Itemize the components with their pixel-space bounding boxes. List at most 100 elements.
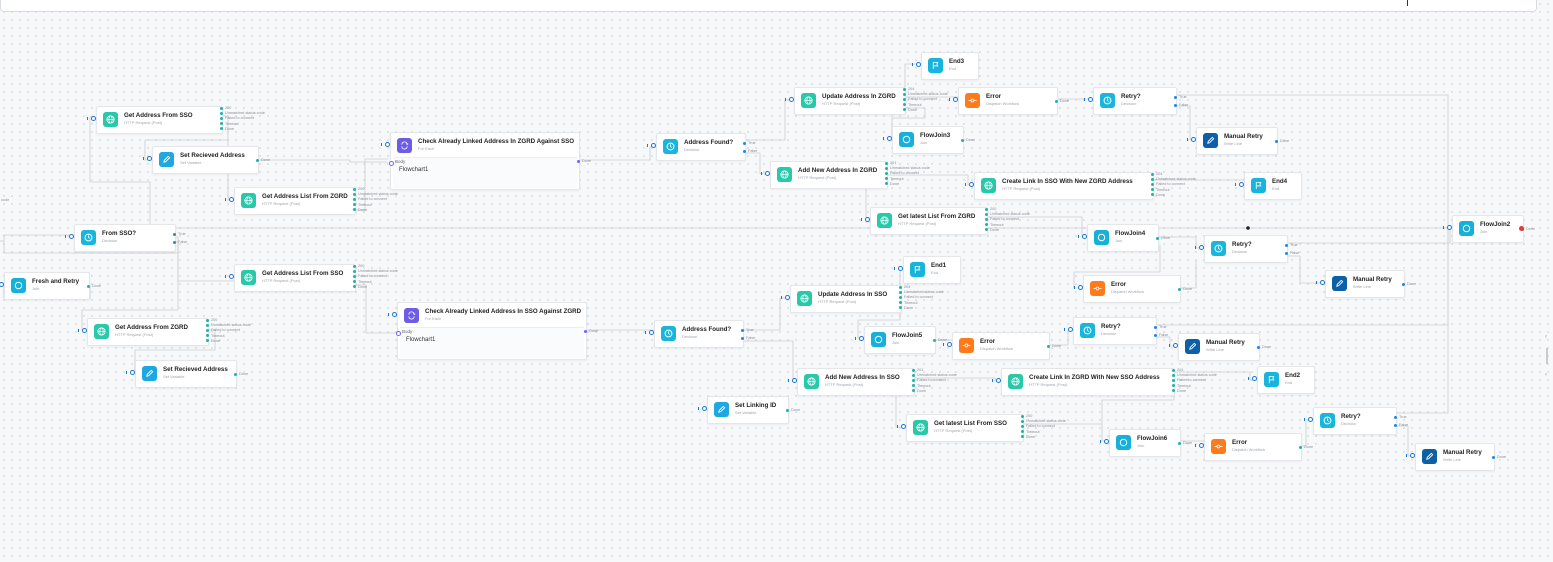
input-port[interactable] [1084,97,1093,102]
output-port[interactable]: Failed to connect [885,171,919,175]
output-port[interactable]: Done [220,127,234,131]
output-port[interactable]: Unmatched status code [899,290,944,294]
output-port[interactable]: Done [1178,287,1192,291]
node-get-addr-sso[interactable]: Get Address From SSO HTTP Request (Post) 2… [87,106,265,134]
output-port[interactable]: True [173,232,186,236]
node-manual-4[interactable]: Manual Retry Write Line Done [1406,443,1506,471]
output-port[interactable]: Done [899,306,913,310]
connection-wire[interactable] [1049,329,1073,346]
output-port[interactable]: Unmatched status code [885,166,930,170]
node-get-addr-zgrd[interactable]: Get Address From ZGRD HTTP Request (Post)… [78,318,251,346]
input-port[interactable] [645,330,654,335]
output-port[interactable]: Unmatched status code [353,269,398,273]
output-port[interactable]: Unmatched status code [1021,419,1066,423]
input-port[interactable] [1248,376,1257,381]
output-port[interactable]: Done [353,285,367,289]
output-port[interactable]: 200 [353,264,364,268]
output-port[interactable]: Done [912,389,926,393]
input-port[interactable] [861,217,870,222]
output-port[interactable]: Failed to connect [1172,378,1206,382]
output-port[interactable]: True [1154,325,1167,329]
output-port[interactable]: 204 [899,285,910,289]
connection-wire[interactable] [1395,425,1415,457]
output-port[interactable]: Done [903,108,917,112]
node-create-zgrd[interactable]: Create Link In ZGRD With New SSO Address… [992,368,1217,396]
output-port[interactable]: Timeout [1151,188,1170,192]
node-check-sso[interactable]: Check Already Linked Address In SSO Agai… [388,302,598,360]
node-create-sso[interactable]: Create Link In SSO With New ZGRD Address… [965,172,1196,200]
node-found-2[interactable]: Address Found? Decision True False [645,320,755,348]
node-upd-sso[interactable]: Update Address In SSO HTTP Request (Post)… [781,285,944,313]
node-manual-2[interactable]: Manual Retry Write Line Done [1316,270,1416,298]
output-port[interactable]: Done [1257,345,1271,349]
node-latest-zgrd[interactable]: Get latest List From ZGRD HTTP Request (P… [861,207,1030,235]
output-port[interactable]: 200 [206,318,217,322]
output-port[interactable]: False [173,240,187,244]
output-port[interactable]: True [1394,415,1407,419]
node-error-2[interactable]: Error Dispatch Workflow Done [1074,275,1192,303]
input-port[interactable] [1100,439,1109,444]
input-port[interactable] [388,312,397,317]
output-port[interactable]: Failed to connect [353,197,387,201]
output-port[interactable]: Done [1172,389,1186,393]
output-port[interactable]: Unmatched status code [985,212,1030,216]
output-port[interactable]: Done [1402,282,1416,286]
node-retry-2[interactable]: Retry? Decision True False [1195,235,1299,263]
output-port[interactable]: Timeout [985,223,1004,227]
output-port[interactable]: Failed to connect [899,295,933,299]
node-add-zgrd[interactable]: Add New Address In ZGRD HTTP Request (Pos… [761,161,930,189]
node-set-recv-2[interactable]: Set Recieved Address Set Variable Done [126,360,248,388]
output-port[interactable]: Done [985,228,999,232]
connection-wire[interactable] [742,340,797,381]
input-port[interactable] [894,266,903,271]
body-port[interactable] [389,161,394,166]
input-port[interactable] [225,274,234,279]
output-port[interactable]: Timeout [220,122,239,126]
output-port[interactable]: 200 [220,106,231,110]
connection-wire[interactable] [355,284,397,334]
output-port[interactable]: 200 [1021,414,1032,418]
input-port[interactable] [1195,245,1204,250]
input-port[interactable] [992,378,1001,383]
output-port[interactable]: 204 [903,87,914,91]
input-port[interactable] [761,171,770,176]
output-port[interactable]: Done [786,408,800,412]
input-port[interactable] [949,97,958,102]
chevron-left-icon[interactable]: ‹ [1545,372,1547,378]
output-port[interactable]: Unmatched status code [912,373,957,377]
output-port[interactable]: Done [206,339,220,343]
output-port[interactable]: False [741,336,755,340]
flowchart-label[interactable]: Flowchart1 [399,167,428,173]
node-add-sso[interactable]: Add New Address In SSO HTTP Request (Post… [788,368,957,396]
output-port[interactable]: Timeout [353,203,372,207]
node-end4[interactable]: End4 End [1235,172,1302,200]
node-error-4[interactable]: Error Dispatch Workflow Done [1195,433,1313,461]
output-port[interactable]: Done [87,284,101,288]
input-port[interactable] [897,424,906,429]
node-get-list-zgrd[interactable]: Get Address List From ZGRD HTTP Request (… [225,187,398,215]
input-port[interactable] [1195,443,1204,448]
output-port[interactable]: Done [1055,99,1069,103]
output-port[interactable]: False [1154,333,1168,337]
output-port[interactable]: Done [234,372,248,376]
output-port[interactable]: False [743,149,757,153]
node-flowjoin2[interactable]: FlowJoin2 Join Done [1443,215,1535,243]
output-port[interactable]: Done [961,138,975,142]
output-port[interactable]: Done [1021,435,1035,439]
connection-wire[interactable] [1180,260,1197,289]
connection-wire[interactable] [1287,228,1451,244]
output-port[interactable]: Failed to connect [1151,182,1185,186]
input-port[interactable] [381,142,390,147]
output-port[interactable]: Done [256,158,270,162]
input-port[interactable] [698,406,707,411]
output-port[interactable]: Failed to connect [985,217,1019,221]
input-port[interactable] [126,370,135,375]
connection-wire[interactable] [1287,255,1325,284]
node-from-sso[interactable]: From SSO? Decision True False [65,224,187,252]
flowchart-body[interactable]: Body Flowchart1 [389,157,577,188]
node-set-recv-1[interactable]: Set Recieved Address Set Variable Done [143,146,270,174]
output-port[interactable]: Done [1178,441,1192,445]
output-port[interactable]: Done [885,182,899,186]
input-port[interactable] [1304,417,1313,422]
output-port[interactable]: Failed to connect [206,328,240,332]
